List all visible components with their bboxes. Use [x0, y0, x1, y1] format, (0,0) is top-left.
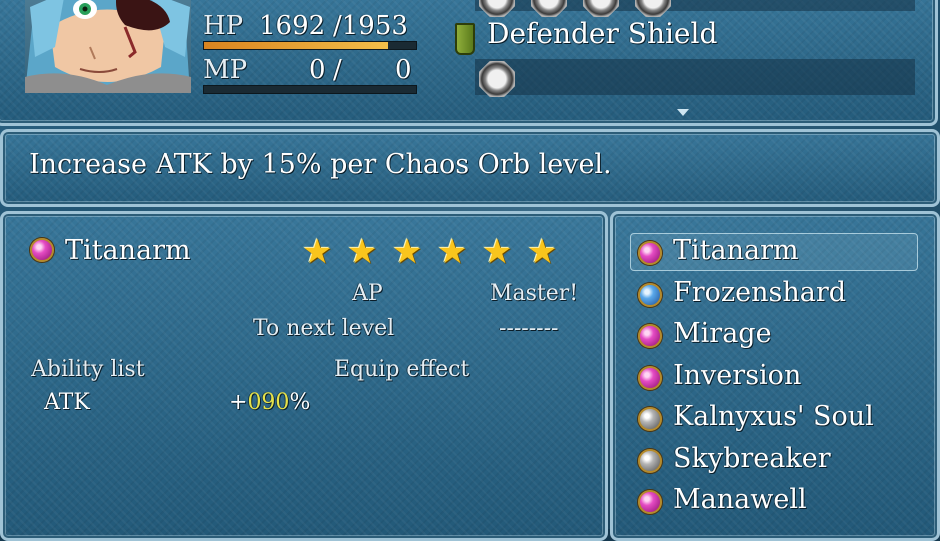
orb-list-item-label: Kalnyxus' Soul: [673, 401, 874, 432]
ability-list-label: Ability list: [31, 357, 145, 382]
ap-value: Master!: [490, 281, 579, 306]
status-window: HP 1692 /1953 MP 0 / 0 Defender Shield: [0, 0, 938, 126]
materia-socket-icon[interactable]: [583, 0, 619, 17]
help-text: Increase ATK by 15% per Chaos Orb level.: [29, 149, 612, 180]
effect-sign: +: [229, 390, 248, 415]
shield-name[interactable]: Defender Shield: [487, 17, 717, 50]
hp-current: 1692: [259, 11, 326, 41]
next-level-value: --------: [499, 316, 559, 341]
orb-list-item[interactable]: Skybreaker: [630, 443, 918, 479]
materia-socket-icon[interactable]: [635, 0, 671, 17]
hp-label: HP: [203, 11, 244, 41]
portrait-art: [25, 0, 191, 93]
effect-unit: %: [289, 390, 311, 415]
orb-list-item-label: Skybreaker: [673, 442, 831, 474]
star-icon: ★: [437, 232, 468, 272]
orb-detail-window: Titanarm ★ ★ ★ ★ ★ ★ AP Master! To next level…: [0, 211, 608, 541]
orb-list-item-label: Titanarm: [673, 235, 799, 266]
orb-list-item[interactable]: Titanarm: [630, 235, 918, 271]
orb-icon: [638, 365, 662, 390]
equip-effect-label: Equip effect: [334, 357, 470, 382]
mp-separator: /: [333, 55, 342, 85]
mp-current: 0: [309, 55, 326, 85]
mp-max: 0: [395, 55, 412, 85]
effect-stat: ATK: [44, 390, 90, 415]
orb-icon: [638, 282, 662, 307]
star-icon: ★: [482, 232, 513, 272]
ap-label: AP: [352, 281, 383, 306]
star-icon: ★: [302, 232, 333, 272]
orb-name: Titanarm: [65, 235, 191, 266]
help-window: Increase ATK by 15% per Chaos Orb level.: [0, 129, 940, 207]
orb-icon: [638, 324, 662, 348]
orb-list-item-label: Mirage: [673, 318, 772, 349]
orb-list-item[interactable]: Inversion: [630, 360, 918, 396]
hp-bar: [203, 41, 417, 50]
scroll-down-arrow-icon[interactable]: [677, 109, 689, 116]
orb-list-item-label: Inversion: [673, 359, 802, 391]
shield-slot-strip: [475, 59, 915, 95]
effect-value: +090%: [229, 390, 310, 415]
hp-bar-fill: [204, 42, 388, 49]
orb-list-item-label: Manawell: [673, 484, 807, 515]
character-portrait: [25, 0, 191, 93]
orb-icon: [638, 407, 662, 431]
materia-socket-icon[interactable]: [479, 0, 515, 17]
orb-icon: [638, 490, 662, 514]
star-icon: ★: [347, 232, 378, 272]
star-icon: ★: [527, 232, 558, 272]
mp-bar: [203, 85, 417, 94]
star-icon: ★: [392, 232, 423, 272]
orb-list-item[interactable]: Kalnyxus' Soul: [630, 401, 918, 437]
next-level-label: To next level: [253, 316, 395, 341]
hp-max: /1953: [333, 11, 408, 41]
orb-list-window: Titanarm Frozenshard Mirage Inversion Kalnyx…: [610, 211, 940, 541]
effect-number: 090: [247, 390, 290, 415]
orb-icon: [638, 448, 662, 473]
mp-label: MP: [203, 55, 248, 85]
materia-socket-icon[interactable]: [531, 0, 567, 17]
orb-list-item[interactable]: Frozenshard: [630, 277, 918, 313]
orb-list-item[interactable]: Manawell: [630, 484, 918, 520]
orb-list-item[interactable]: Mirage: [630, 318, 918, 354]
orb-icon: [30, 238, 54, 262]
shield-icon: [455, 23, 475, 55]
orb-list-item-label: Frozenshard: [673, 276, 847, 308]
orb-icon: [638, 241, 662, 265]
